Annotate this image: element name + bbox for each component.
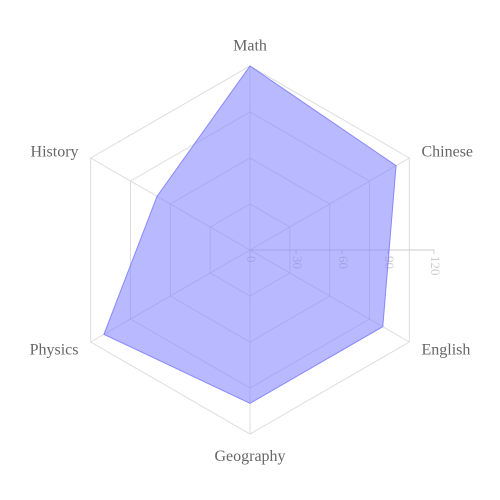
category-label-english: English — [421, 342, 470, 359]
category-label-chinese: Chinese — [421, 144, 473, 161]
category-label-geography: Geography — [214, 448, 285, 465]
category-label-physics: Physics — [30, 342, 79, 359]
tick-label: 120 — [428, 256, 443, 276]
series-area — [103, 65, 397, 404]
series-polygon — [103, 65, 397, 404]
category-label-math: Math — [233, 37, 267, 54]
category-label-history: History — [31, 144, 79, 161]
radar-chart: 0306090120 MathChineseEnglishGeographyPh… — [30, 37, 473, 465]
